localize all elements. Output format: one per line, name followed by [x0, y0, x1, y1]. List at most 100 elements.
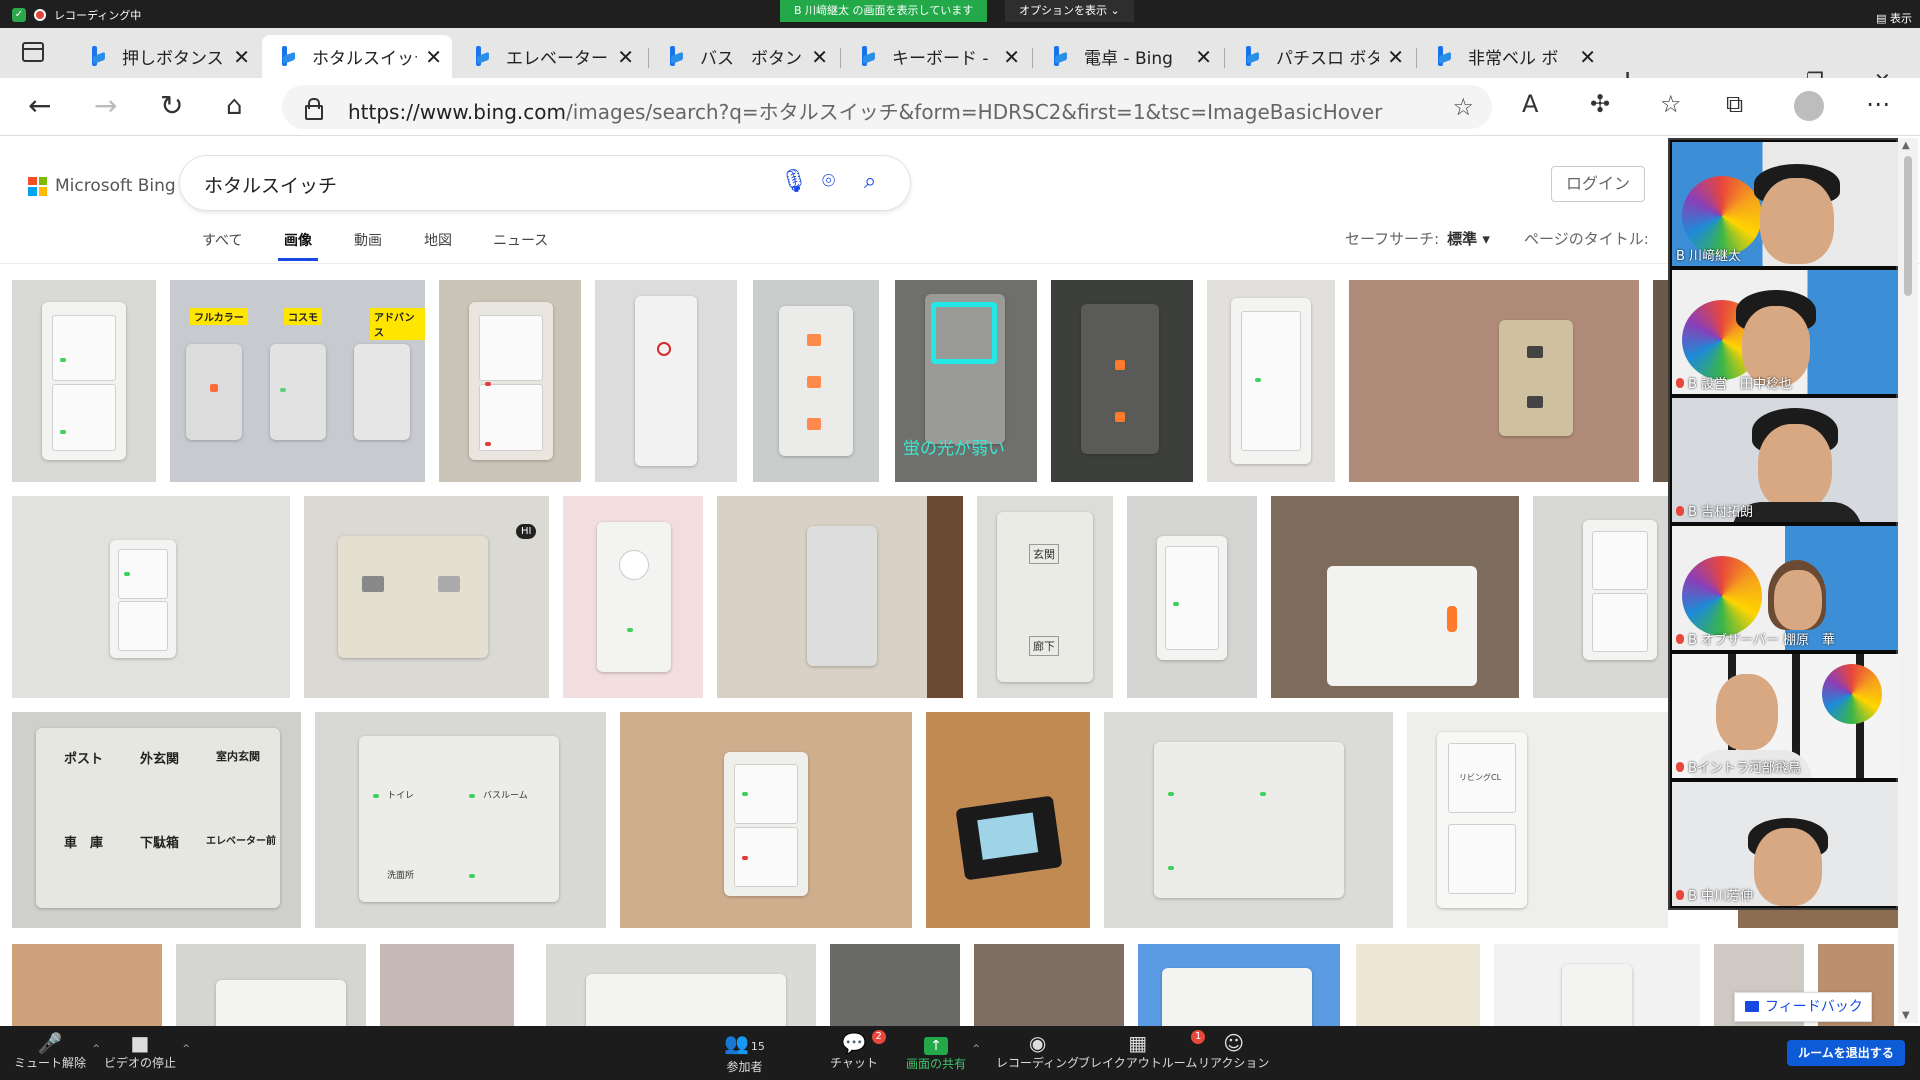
share-screen-button[interactable]: ↑ ^ 画面の共有 — [906, 1032, 980, 1072]
chat-button[interactable]: 💬 2 チャット — [830, 1030, 886, 1071]
record-button[interactable]: ◉ レコーディング — [996, 1032, 1079, 1071]
add-favorite-icon[interactable]: ☆ — [1452, 93, 1474, 121]
image-result[interactable] — [12, 496, 290, 698]
tab-elevator[interactable]: エレベーター ✕ — [456, 35, 644, 78]
scroll-up-icon[interactable]: ▲ — [1902, 140, 1910, 151]
image-result[interactable] — [12, 944, 162, 1026]
extensions-icon[interactable]: ✣ — [1590, 90, 1610, 118]
participants-button[interactable]: 👥 15 参加者 — [724, 1032, 765, 1075]
close-icon[interactable]: ✕ — [425, 45, 442, 69]
video-tile[interactable]: B オブザーバー 棚原 華 — [1672, 526, 1898, 650]
reactions-button[interactable]: ☺ リアクション — [1198, 1032, 1269, 1071]
video-tile[interactable]: B 中川芳伸 — [1672, 782, 1898, 906]
scroll-down-icon[interactable]: ▼ — [1902, 1010, 1910, 1021]
image-result[interactable] — [546, 944, 816, 1026]
back-button[interactable]: ← — [28, 90, 51, 122]
image-result[interactable] — [595, 280, 737, 482]
close-icon[interactable]: ✕ — [1387, 45, 1404, 69]
favorites-icon[interactable]: ☆ — [1660, 90, 1682, 118]
tab-firefly-switch[interactable]: ホタルスイッチ ✕ — [262, 35, 452, 78]
video-tile[interactable]: B 設営 田中稔也 — [1672, 270, 1898, 394]
close-icon[interactable]: ✕ — [617, 45, 634, 69]
image-result[interactable] — [380, 944, 514, 1026]
feedback-button[interactable]: フィードバック — [1734, 992, 1872, 1022]
tab-bus-button[interactable]: バス ボタン ✕ — [650, 35, 838, 78]
image-result[interactable]: 玄関 廊下 — [977, 496, 1113, 698]
chevron-up-icon[interactable]: ^ — [972, 1038, 980, 1060]
image-result[interactable]: リビングCL — [1407, 712, 1668, 928]
image-result[interactable] — [176, 944, 366, 1026]
bing-logo[interactable]: Microsoft Bing — [28, 176, 176, 196]
visual-search-icon[interactable]: ⌾ — [822, 169, 835, 194]
image-result[interactable] — [620, 712, 912, 928]
image-result[interactable] — [1207, 280, 1335, 482]
tab-calculator[interactable]: 電卓 - Bing ✕ — [1034, 35, 1222, 78]
image-result[interactable] — [1494, 944, 1700, 1026]
mute-button[interactable]: 🎤 ^ ミュート解除 — [14, 1032, 100, 1071]
tab-keyboard[interactable]: キーボード - B ✕ — [842, 35, 1030, 78]
close-icon[interactable]: ✕ — [811, 45, 828, 69]
view-toggle-button[interactable]: ▤ 表示 — [1876, 10, 1912, 26]
video-tile[interactable]: Bイントラ河部飛鳥 — [1672, 654, 1898, 778]
scrollbar-thumb[interactable] — [1904, 156, 1912, 296]
url-text[interactable]: https://www.bing.com/images/search?q=ホタル… — [348, 96, 1382, 125]
close-icon[interactable]: ✕ — [1579, 45, 1596, 69]
search-input[interactable]: ホタルスイッチ 🎙 ⌾ ⌕ — [180, 156, 910, 210]
more-icon[interactable]: ⋯ — [1866, 90, 1890, 118]
lock-icon[interactable] — [304, 97, 323, 120]
image-result[interactable] — [717, 496, 963, 698]
image-result[interactable]: フルカラー コスモ アドバンス — [170, 280, 425, 482]
tab-push-button[interactable]: 押しボタンス・ ✕ — [72, 35, 260, 78]
refresh-button[interactable]: ↻ — [160, 90, 183, 122]
image-result[interactable]: HI — [304, 496, 549, 698]
search-query[interactable]: ホタルスイッチ — [204, 171, 337, 198]
image-result[interactable] — [439, 280, 581, 482]
nav-images[interactable]: 画像 — [284, 230, 312, 250]
image-result[interactable] — [1349, 280, 1639, 482]
image-result[interactable] — [563, 496, 703, 698]
image-result[interactable] — [830, 944, 960, 1026]
read-aloud-icon[interactable]: A — [1522, 90, 1538, 118]
tab-emergency-bell[interactable]: 非常ベル ボ ✕ — [1418, 35, 1606, 78]
image-result[interactable] — [1104, 712, 1393, 928]
chevron-up-icon[interactable]: ^ — [92, 1038, 100, 1060]
tab-actions-icon[interactable] — [22, 42, 44, 62]
image-result[interactable]: ポスト 外玄関 室内玄関 車 庫 下駄箱 エレベーター前 — [12, 712, 301, 928]
breakout-rooms-button[interactable]: ▦ 1 ブレイクアウトルーム — [1078, 1030, 1206, 1071]
search-icon[interactable]: ⌕ — [864, 169, 876, 194]
image-result[interactable] — [1051, 280, 1193, 482]
home-button[interactable]: ⌂ — [226, 90, 243, 122]
close-icon[interactable]: ✕ — [1003, 45, 1020, 69]
collections-icon[interactable]: ⧉ — [1726, 90, 1743, 118]
chevron-up-icon[interactable]: ^ — [182, 1038, 190, 1060]
nav-news[interactable]: ニュース — [493, 230, 548, 250]
video-tile[interactable]: B 吉村拓朗 — [1672, 398, 1898, 522]
safe-search-filter[interactable]: セーフサーチ: 標準 ▾ — [1345, 228, 1490, 249]
image-result[interactable] — [1533, 496, 1668, 698]
page-title-filter[interactable]: ページのタイトル: — [1524, 228, 1649, 249]
profile-avatar[interactable] — [1794, 91, 1824, 121]
forward-button[interactable]: → — [94, 90, 117, 122]
nav-videos[interactable]: 動画 — [354, 230, 382, 250]
video-tile[interactable]: B 川﨑継太 — [1672, 142, 1898, 266]
image-result[interactable] — [1356, 944, 1480, 1026]
image-result[interactable]: トイレ バスルーム 洗面所 — [315, 712, 606, 928]
nav-all[interactable]: すべて — [202, 230, 242, 250]
nav-maps[interactable]: 地図 — [424, 230, 452, 250]
tab-pachislo-button[interactable]: パチスロ ボタ ✕ — [1226, 35, 1414, 78]
image-result[interactable] — [753, 280, 879, 482]
microphone-icon[interactable]: 🎙 — [780, 169, 808, 194]
image-result[interactable] — [1138, 944, 1340, 1026]
close-icon[interactable]: ✕ — [1195, 45, 1212, 69]
image-result[interactable]: 蛍の光が弱い — [895, 280, 1037, 482]
image-result[interactable] — [1271, 496, 1519, 698]
image-result[interactable] — [926, 712, 1090, 928]
stop-video-button[interactable]: ■ ^ ビデオの停止 — [104, 1032, 190, 1071]
image-result[interactable] — [1653, 280, 1668, 482]
close-icon[interactable]: ✕ — [233, 45, 250, 69]
address-bar[interactable]: https://www.bing.com/images/search?q=ホタル… — [282, 85, 1492, 129]
view-options-button[interactable]: オプションを表示 ⌄ — [1005, 0, 1134, 22]
image-result[interactable] — [1127, 496, 1257, 698]
safe-search-value[interactable]: 標準 ▾ — [1447, 230, 1490, 248]
login-button[interactable]: ログイン — [1551, 166, 1645, 202]
